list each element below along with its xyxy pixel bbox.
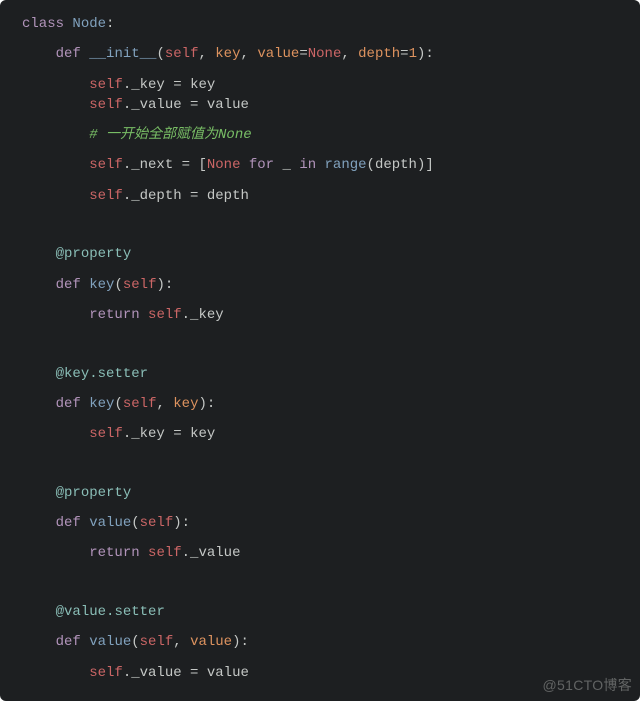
line-2: def __init__(self, key, value=None, dept… [22,46,434,62]
kw-def: def [56,46,81,62]
line-14: def value(self, value): [22,634,249,650]
line-6: self._next = [None for _ in range(depth)… [22,157,434,173]
fn-init: __init__ [89,46,156,62]
line-1: class Node: [22,16,114,32]
decorator-1: @property [22,246,131,262]
decorator-3: @property [22,485,131,501]
class-name: Node [72,16,106,32]
line-13: return self._value [22,545,240,561]
code-block: class Node: def __init__(self, key, valu… [0,0,640,701]
line-10: def key(self, key): [22,396,215,412]
line-9: return self._key [22,307,224,323]
line-12: def value(self): [22,515,190,531]
line-3: self._key = key [22,77,215,93]
line-15: self._value = value [22,665,249,681]
watermark-text: @51CTO博客 [543,675,632,695]
line-5-comment: # 一开始全部赋值为None [22,127,252,143]
decorator-2: @key.setter [22,366,148,382]
line-4: self._value = value [22,97,249,113]
kw-class: class [22,16,64,32]
line-8: def key(self): [22,277,173,293]
decorator-4: @value.setter [22,604,165,620]
line-7: self._depth = depth [22,188,249,204]
line-11: self._key = key [22,426,215,442]
code-content: class Node: def __init__(self, key, valu… [22,14,640,683]
comment: # 一开始全部赋值为None [89,127,251,143]
